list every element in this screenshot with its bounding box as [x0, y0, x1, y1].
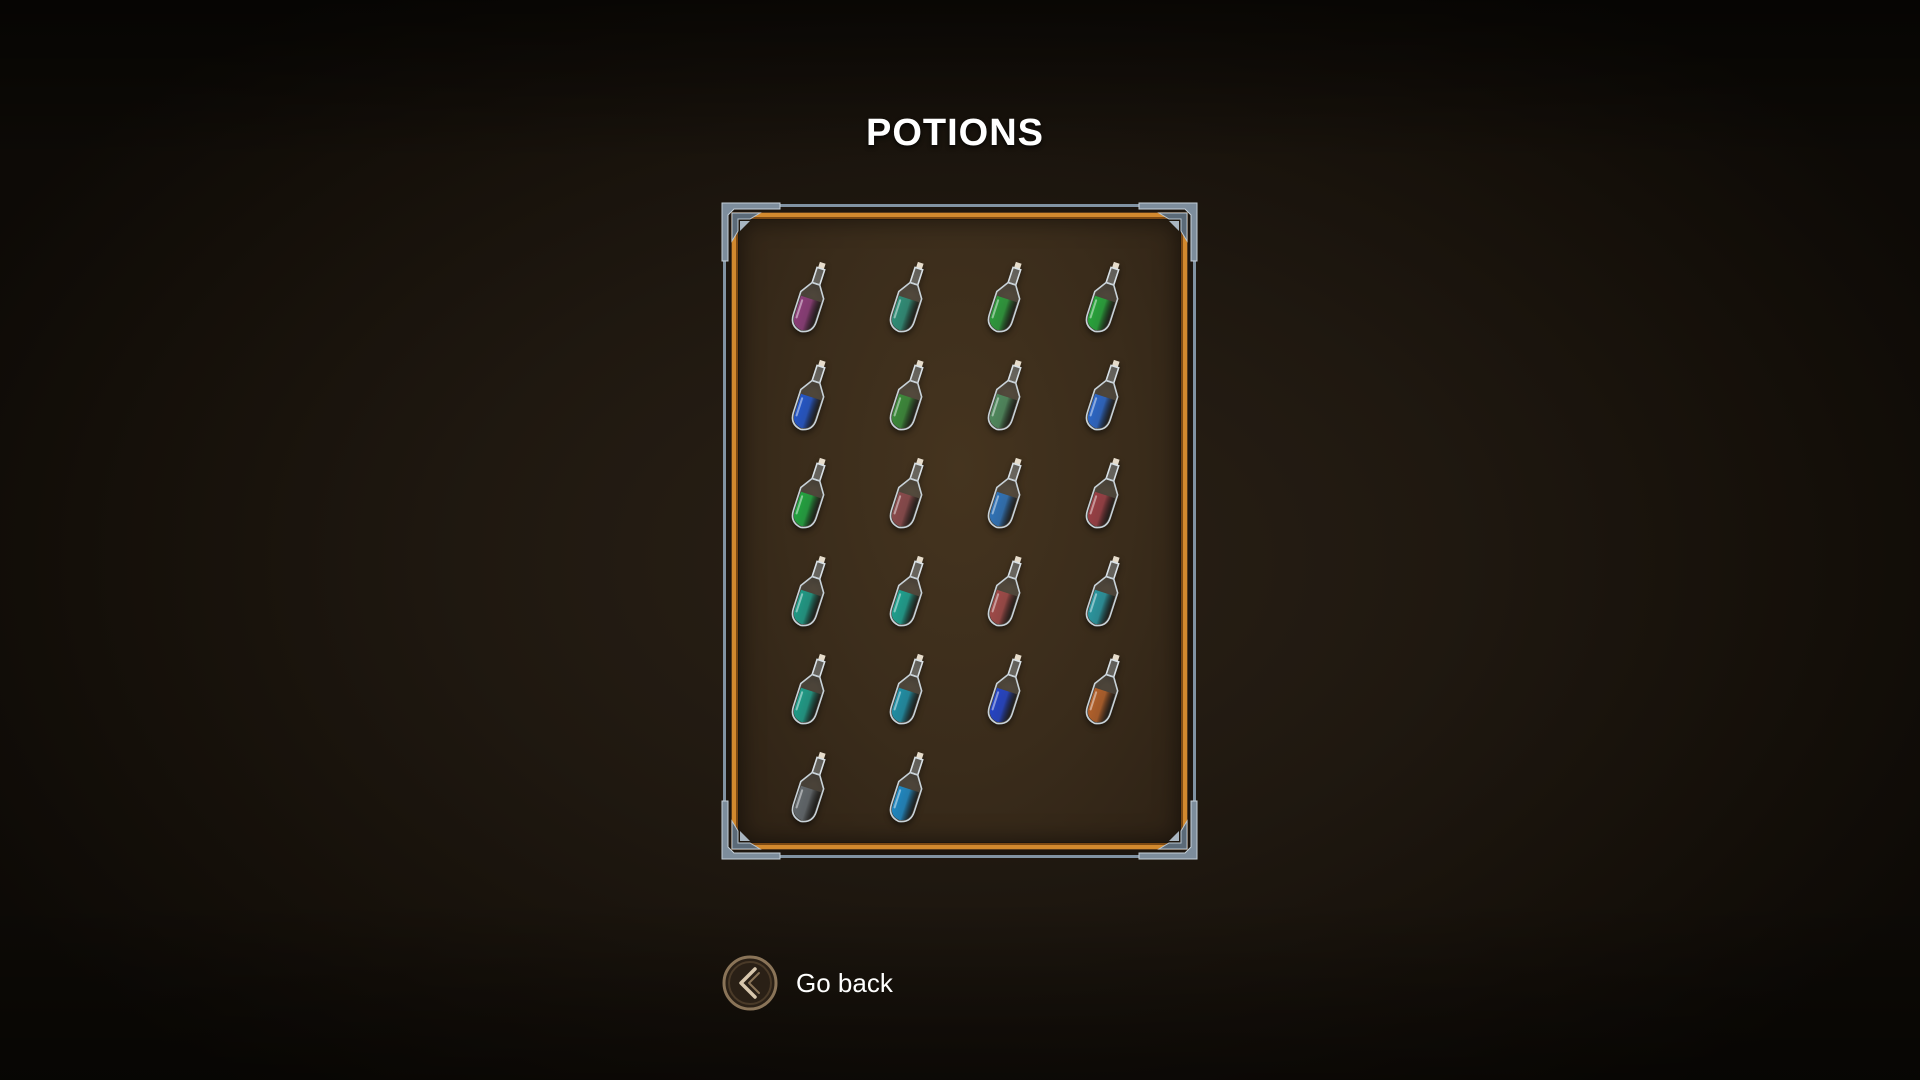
potion-slot[interactable]: [880, 543, 978, 641]
potion-icon: [791, 359, 826, 431]
potion-slot[interactable]: [880, 249, 978, 347]
potion-icon: [889, 555, 924, 627]
potion-icon: [791, 261, 826, 333]
potion-icon: [889, 261, 924, 333]
potion-slot[interactable]: [782, 347, 880, 445]
potion-slot[interactable]: [978, 641, 1076, 739]
potion-slot[interactable]: [1076, 249, 1174, 347]
potion-slot[interactable]: [978, 445, 1076, 543]
potion-icon: [1085, 359, 1120, 431]
potion-icon: [1085, 653, 1120, 725]
potion-icon: [1085, 457, 1120, 529]
potion-icon: [987, 457, 1022, 529]
potion-slot[interactable]: [782, 445, 880, 543]
potion-icon: [889, 359, 924, 431]
potion-slot[interactable]: [1076, 445, 1174, 543]
potion-icon: [791, 457, 826, 529]
potion-slot[interactable]: [880, 445, 978, 543]
potion-icon: [987, 261, 1022, 333]
frame-corner-ornament: [721, 800, 781, 860]
potion-slot[interactable]: [978, 543, 1076, 641]
go-back-label: Go back: [796, 967, 893, 998]
potion-slot[interactable]: [782, 739, 880, 837]
background-vignette-bottom: [0, 900, 1920, 1080]
potion-icon: [1085, 261, 1120, 333]
go-back-button[interactable]: Go back: [722, 954, 893, 1012]
page-title: POTIONS: [865, 112, 1045, 154]
potion-icon: [889, 751, 924, 823]
potion-slot[interactable]: [782, 641, 880, 739]
potion-icon: [889, 457, 924, 529]
potion-icon: [889, 653, 924, 725]
potion-icon: [1085, 555, 1120, 627]
potion-slot[interactable]: [1076, 543, 1174, 641]
potion-icon: [987, 653, 1022, 725]
potion-icon: [791, 653, 826, 725]
potion-slot[interactable]: [880, 347, 978, 445]
potion-slot[interactable]: [1076, 641, 1174, 739]
chevron-left-icon: [722, 955, 778, 1011]
potion-icon: [987, 555, 1022, 627]
potion-icon: [987, 359, 1022, 431]
potion-slot[interactable]: [782, 543, 880, 641]
frame-corner-ornament: [721, 202, 781, 262]
potion-slot[interactable]: [880, 641, 978, 739]
potion-icon: [791, 751, 826, 823]
potion-slot[interactable]: [782, 249, 880, 347]
potion-inventory-panel: [721, 202, 1198, 860]
potion-slot[interactable]: [978, 347, 1076, 445]
potion-slot[interactable]: [978, 249, 1076, 347]
potion-icon: [791, 555, 826, 627]
potion-slot[interactable]: [880, 739, 978, 837]
potion-grid: [782, 249, 1174, 837]
potion-slot[interactable]: [1076, 347, 1174, 445]
